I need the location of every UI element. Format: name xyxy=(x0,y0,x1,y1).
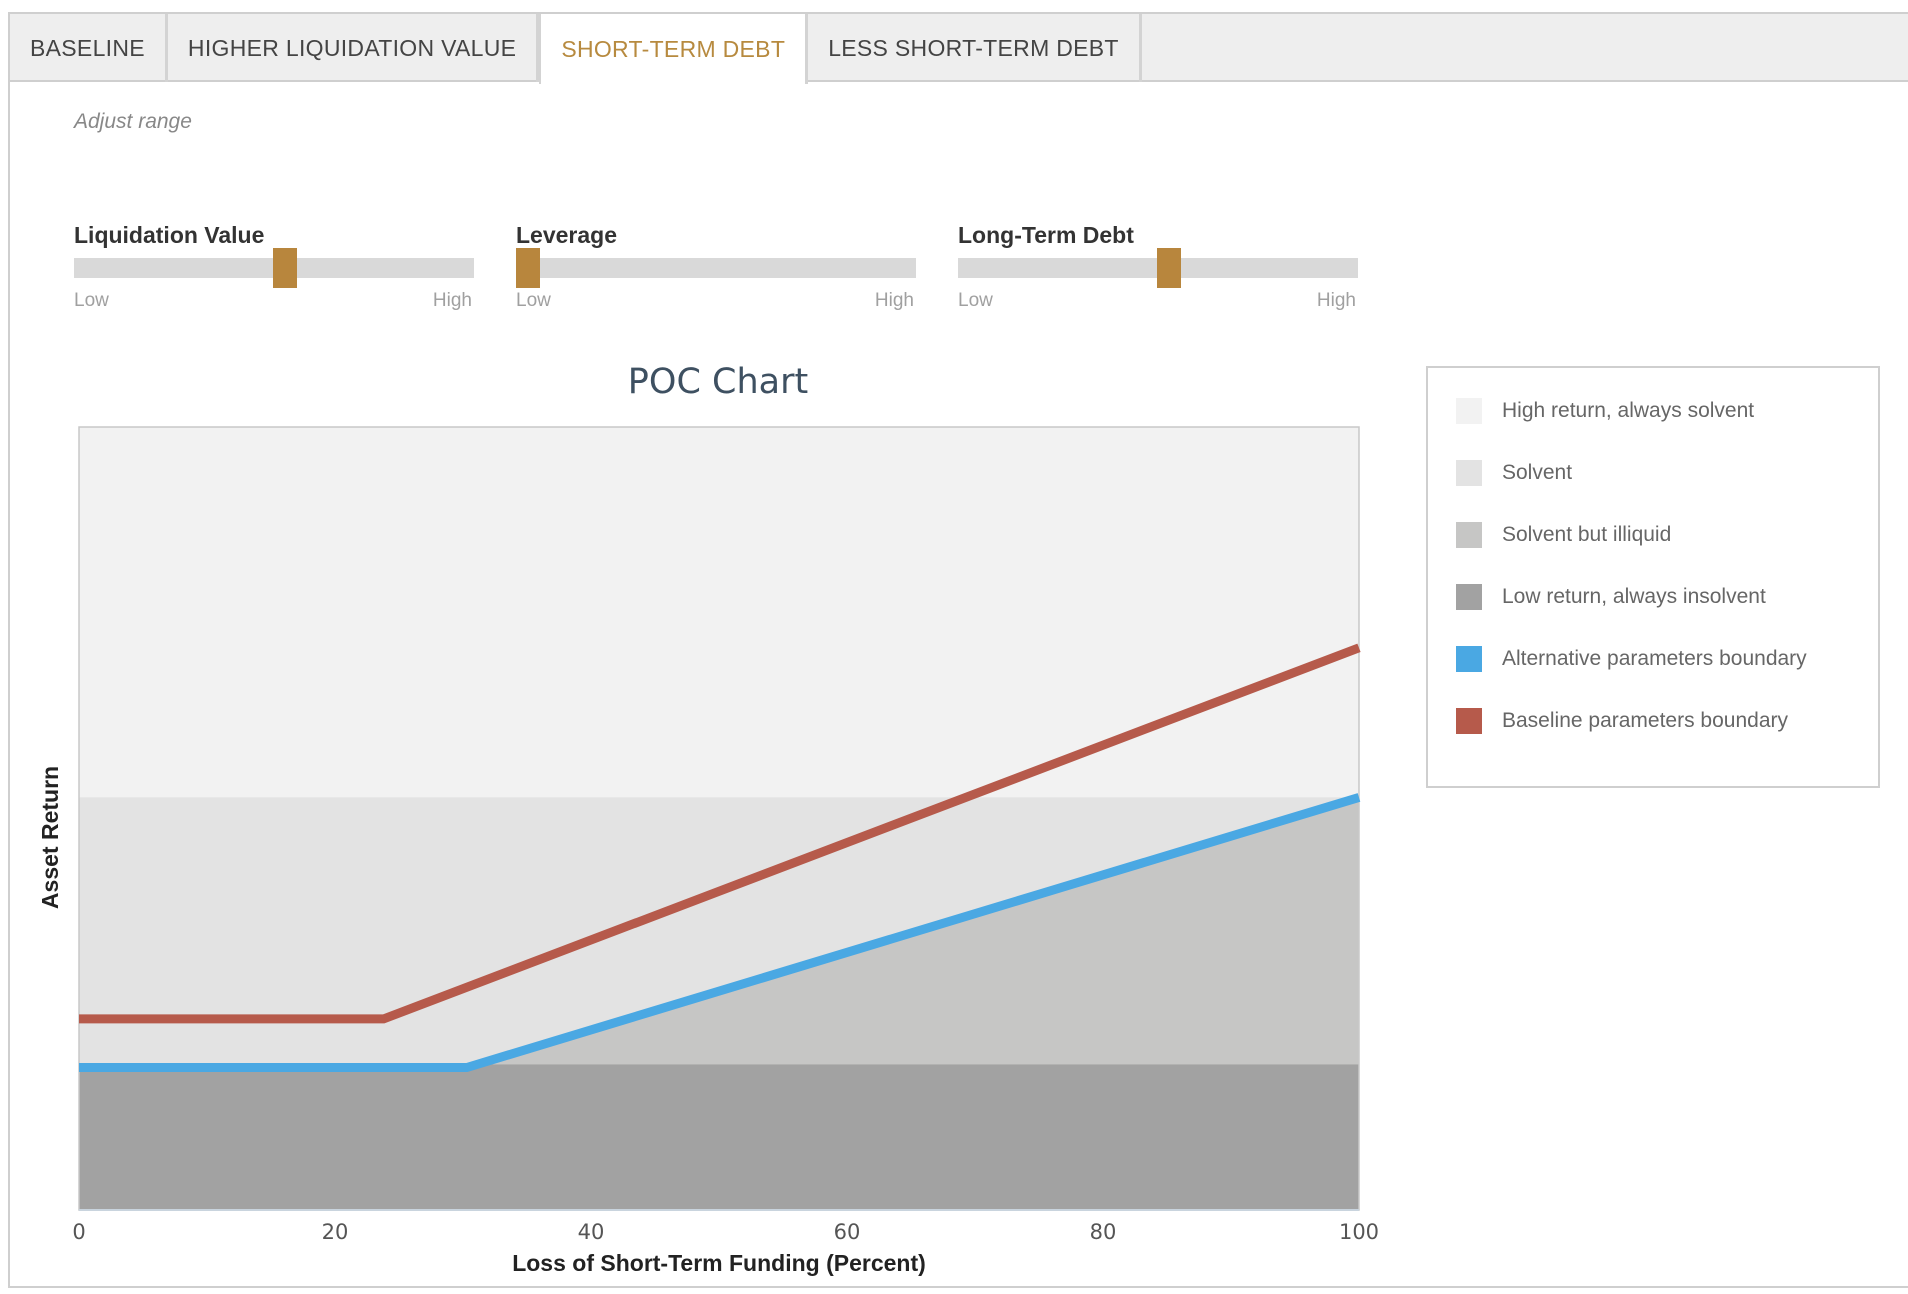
legend-swatch xyxy=(1456,584,1482,610)
x-tick-label: 60 xyxy=(834,1220,861,1244)
y-axis-label: Asset Return xyxy=(37,766,63,909)
legend-item[interactable]: Baseline parameters boundary xyxy=(1456,706,1788,736)
legend-item[interactable]: Solvent xyxy=(1456,458,1572,488)
poc-chart: 0 20 40 60 80 100 Loss of Short-Term Funding (… xyxy=(37,426,1379,1276)
legend-swatch xyxy=(1456,708,1482,734)
x-tick-label: 0 xyxy=(72,1220,85,1244)
legend-label: High return, always solvent xyxy=(1502,399,1755,422)
legend-label: Alternative parameters boundary xyxy=(1502,647,1807,670)
legend-item[interactable]: Solvent but illiquid xyxy=(1456,520,1671,550)
x-tick-label: 40 xyxy=(578,1220,605,1244)
legend-item[interactable]: Alternative parameters boundary xyxy=(1456,644,1807,674)
legend-label: Solvent xyxy=(1502,461,1573,484)
region-low-return-always-insolvent xyxy=(79,1064,1359,1210)
legend-swatch xyxy=(1456,398,1482,424)
x-tick-label: 100 xyxy=(1339,1220,1379,1244)
legend-label: Low return, always insolvent xyxy=(1502,585,1766,608)
legend-swatch xyxy=(1456,460,1482,486)
legend-swatch xyxy=(1456,646,1482,672)
x-axis-label: Loss of Short-Term Funding (Percent) xyxy=(512,1250,926,1276)
legend-swatch xyxy=(1456,522,1482,548)
legend-item[interactable]: Low return, always insolvent xyxy=(1456,582,1766,612)
chart-legend: High return, always solvent Solvent Solven… xyxy=(1426,366,1880,788)
x-tick-label: 80 xyxy=(1090,1220,1117,1244)
legend-label: Solvent but illiquid xyxy=(1502,523,1672,546)
legend-label: Baseline parameters boundary xyxy=(1502,709,1789,732)
x-tick-label: 20 xyxy=(322,1220,349,1244)
legend-item[interactable]: High return, always solvent xyxy=(1456,396,1754,426)
